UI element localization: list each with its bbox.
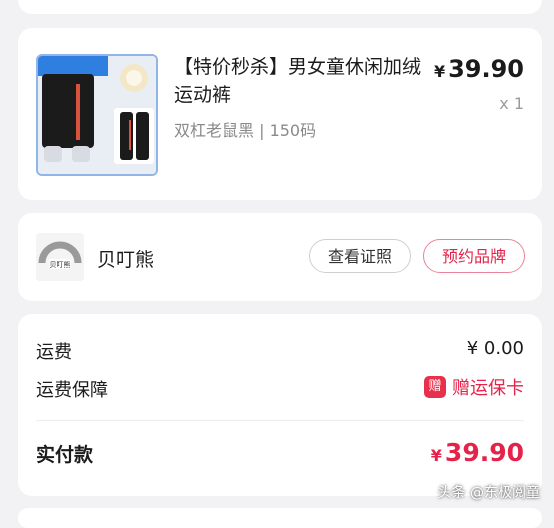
shop-logo[interactable]: 贝叮熊 (36, 233, 84, 281)
shop-logo-text: 贝叮熊 (50, 260, 71, 269)
shop-name[interactable]: 贝叮熊 (97, 245, 154, 272)
product-price: ¥39.90 (434, 55, 524, 83)
shop-card: 贝叮熊 贝叮熊 查看证照 预约品牌 (18, 213, 542, 301)
view-license-button[interactable]: 查看证照 (309, 239, 411, 273)
shipping-guarantee-label: 运费保障 (36, 380, 108, 401)
total-amount: ¥39.90 (431, 438, 524, 467)
watermark: 头条 @东极阅童 (437, 485, 540, 501)
product-card[interactable]: 【特价秒杀】男女童休闲加绒运动裤 双杠老鼠黑 | 150码 ¥39.90 x 1 (18, 28, 542, 200)
gift-badge-icon: 赠 (424, 376, 446, 398)
next-card (18, 508, 542, 528)
product-thumbnail[interactable] (36, 54, 158, 176)
product-image-icon (38, 56, 156, 174)
total-label: 实付款 (36, 444, 94, 466)
product-variant: 双杠老鼠黑 | 150码 (174, 121, 317, 140)
shipping-guarantee-value: 赠运保卡 (452, 378, 524, 399)
product-quantity: x 1 (499, 94, 524, 113)
shipping-label: 运费 (36, 342, 72, 363)
shipping-guarantee[interactable]: 赠 赠运保卡 (424, 374, 524, 400)
total-amount-value: 39.90 (444, 438, 524, 467)
product-price-value: 39.90 (448, 55, 524, 83)
reserve-brand-button[interactable]: 预约品牌 (423, 239, 525, 273)
product-title[interactable]: 【特价秒杀】男女童休闲加绒运动裤 (174, 53, 438, 109)
previous-card (18, 0, 542, 14)
cost-card: 运费 ¥ 0.00 运费保障 赠 赠运保卡 实付款 ¥39.90 (18, 314, 542, 496)
shipping-value: ¥ 0.00 (466, 338, 524, 359)
currency-symbol: ¥ (433, 62, 446, 81)
divider (36, 420, 524, 421)
shop-logo-icon: 贝叮熊 (36, 233, 84, 281)
total-currency-symbol: ¥ (430, 446, 442, 465)
